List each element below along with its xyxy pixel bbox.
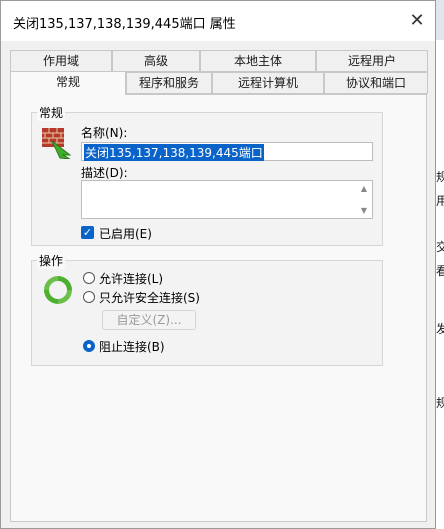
scroll-down-icon[interactable]: ▼ <box>357 206 371 215</box>
tab-remote-computers[interactable]: 远程计算机 <box>212 72 324 94</box>
tab-general[interactable]: 常规 <box>10 71 126 95</box>
scroll-up-icon[interactable]: ▲ <box>357 184 371 193</box>
action-group-label: 操作 <box>37 252 66 269</box>
allow-connection-label: 允许连接(L) <box>99 272 164 286</box>
background-text: 规 <box>436 170 444 184</box>
background-text: 用 <box>436 194 444 208</box>
tab-protocols-ports[interactable]: 协议和端口 <box>324 72 428 94</box>
tab-local-principals[interactable]: 本地主体 <box>200 50 316 72</box>
allow-secure-radio[interactable] <box>83 291 95 303</box>
name-field-value: 关闭135,137,138,139,445端口 <box>84 144 264 161</box>
general-group-label: 常规 <box>37 104 66 121</box>
title-bar: 关闭135,137,138,139,445端口 属性 ✕ <box>1 1 435 41</box>
tab-scope[interactable]: 作用域 <box>10 50 112 72</box>
enabled-label: 已启用(E) <box>99 227 152 241</box>
window-title: 关闭135,137,138,139,445端口 属性 <box>13 17 236 32</box>
block-connection-label: 阻止连接(B) <box>99 340 165 354</box>
tab-programs-services[interactable]: 程序和服务 <box>126 72 212 94</box>
tab-remote-users[interactable]: 远程用户 <box>316 50 428 72</box>
refresh-action-icon <box>41 273 75 307</box>
tab-panel-general: 常规 名称(N): 关闭135,137,138,139,445端口 描述(D):… <box>10 94 427 522</box>
background-text: 发 <box>436 322 444 336</box>
block-connection-radio[interactable] <box>83 340 95 352</box>
allow-connection-radio[interactable] <box>83 272 95 284</box>
properties-dialog: 关闭135,137,138,139,445端口 属性 ✕ 作用域 高级 本地主体… <box>0 0 436 529</box>
background-text: 交 <box>436 240 444 254</box>
tab-advanced[interactable]: 高级 <box>112 50 200 72</box>
description-field[interactable]: ▲ ▼ <box>81 180 373 219</box>
allow-secure-label: 只允许安全连接(S) <box>99 291 200 305</box>
enabled-checkbox[interactable]: ✓ <box>81 226 94 239</box>
customize-button[interactable]: 自定义(Z)... <box>102 310 196 330</box>
background-text: 看 <box>436 264 444 278</box>
description-label: 描述(D): <box>81 166 128 180</box>
firewall-icon <box>40 125 74 160</box>
name-field[interactable]: 关闭135,137,138,139,445端口 <box>81 142 373 161</box>
background-text: 规 <box>436 396 444 410</box>
name-label: 名称(N): <box>81 126 128 140</box>
close-icon[interactable]: ✕ <box>407 11 427 31</box>
